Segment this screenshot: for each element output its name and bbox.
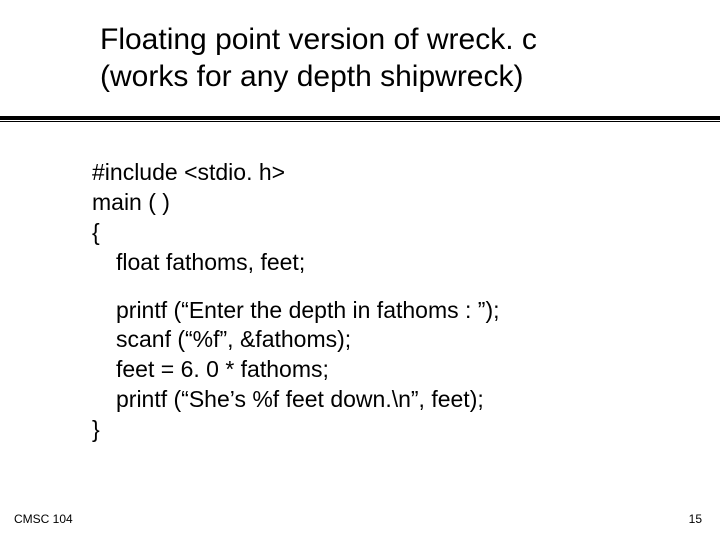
footer-course: CMSC 104 [14,512,73,526]
slide: Floating point version of wreck. c (work… [0,0,720,540]
title-line-2: (works for any depth shipwreck) [100,60,524,93]
code-line: feet = 6. 0 * fathoms; [92,355,500,385]
code-line: printf (“She’s %f feet down.\n”, feet); [92,385,500,415]
code-line: { [92,219,100,245]
code-block: #include <stdio. h> main ( ) { float fat… [92,158,500,445]
footer-page-number: 15 [689,512,702,526]
title-divider [0,116,720,122]
title-line-1: Floating point version of wreck. c [100,23,537,56]
code-line: printf (“Enter the depth in fathoms : ”)… [92,296,500,326]
code-line: #include <stdio. h> [92,159,285,185]
slide-title: Floating point version of wreck. c (work… [100,22,660,95]
code-line: scanf (“%f”, &fathoms); [92,325,500,355]
code-line: main ( ) [92,189,170,215]
code-line: } [92,416,100,442]
code-line: float fathoms, feet; [92,248,500,278]
